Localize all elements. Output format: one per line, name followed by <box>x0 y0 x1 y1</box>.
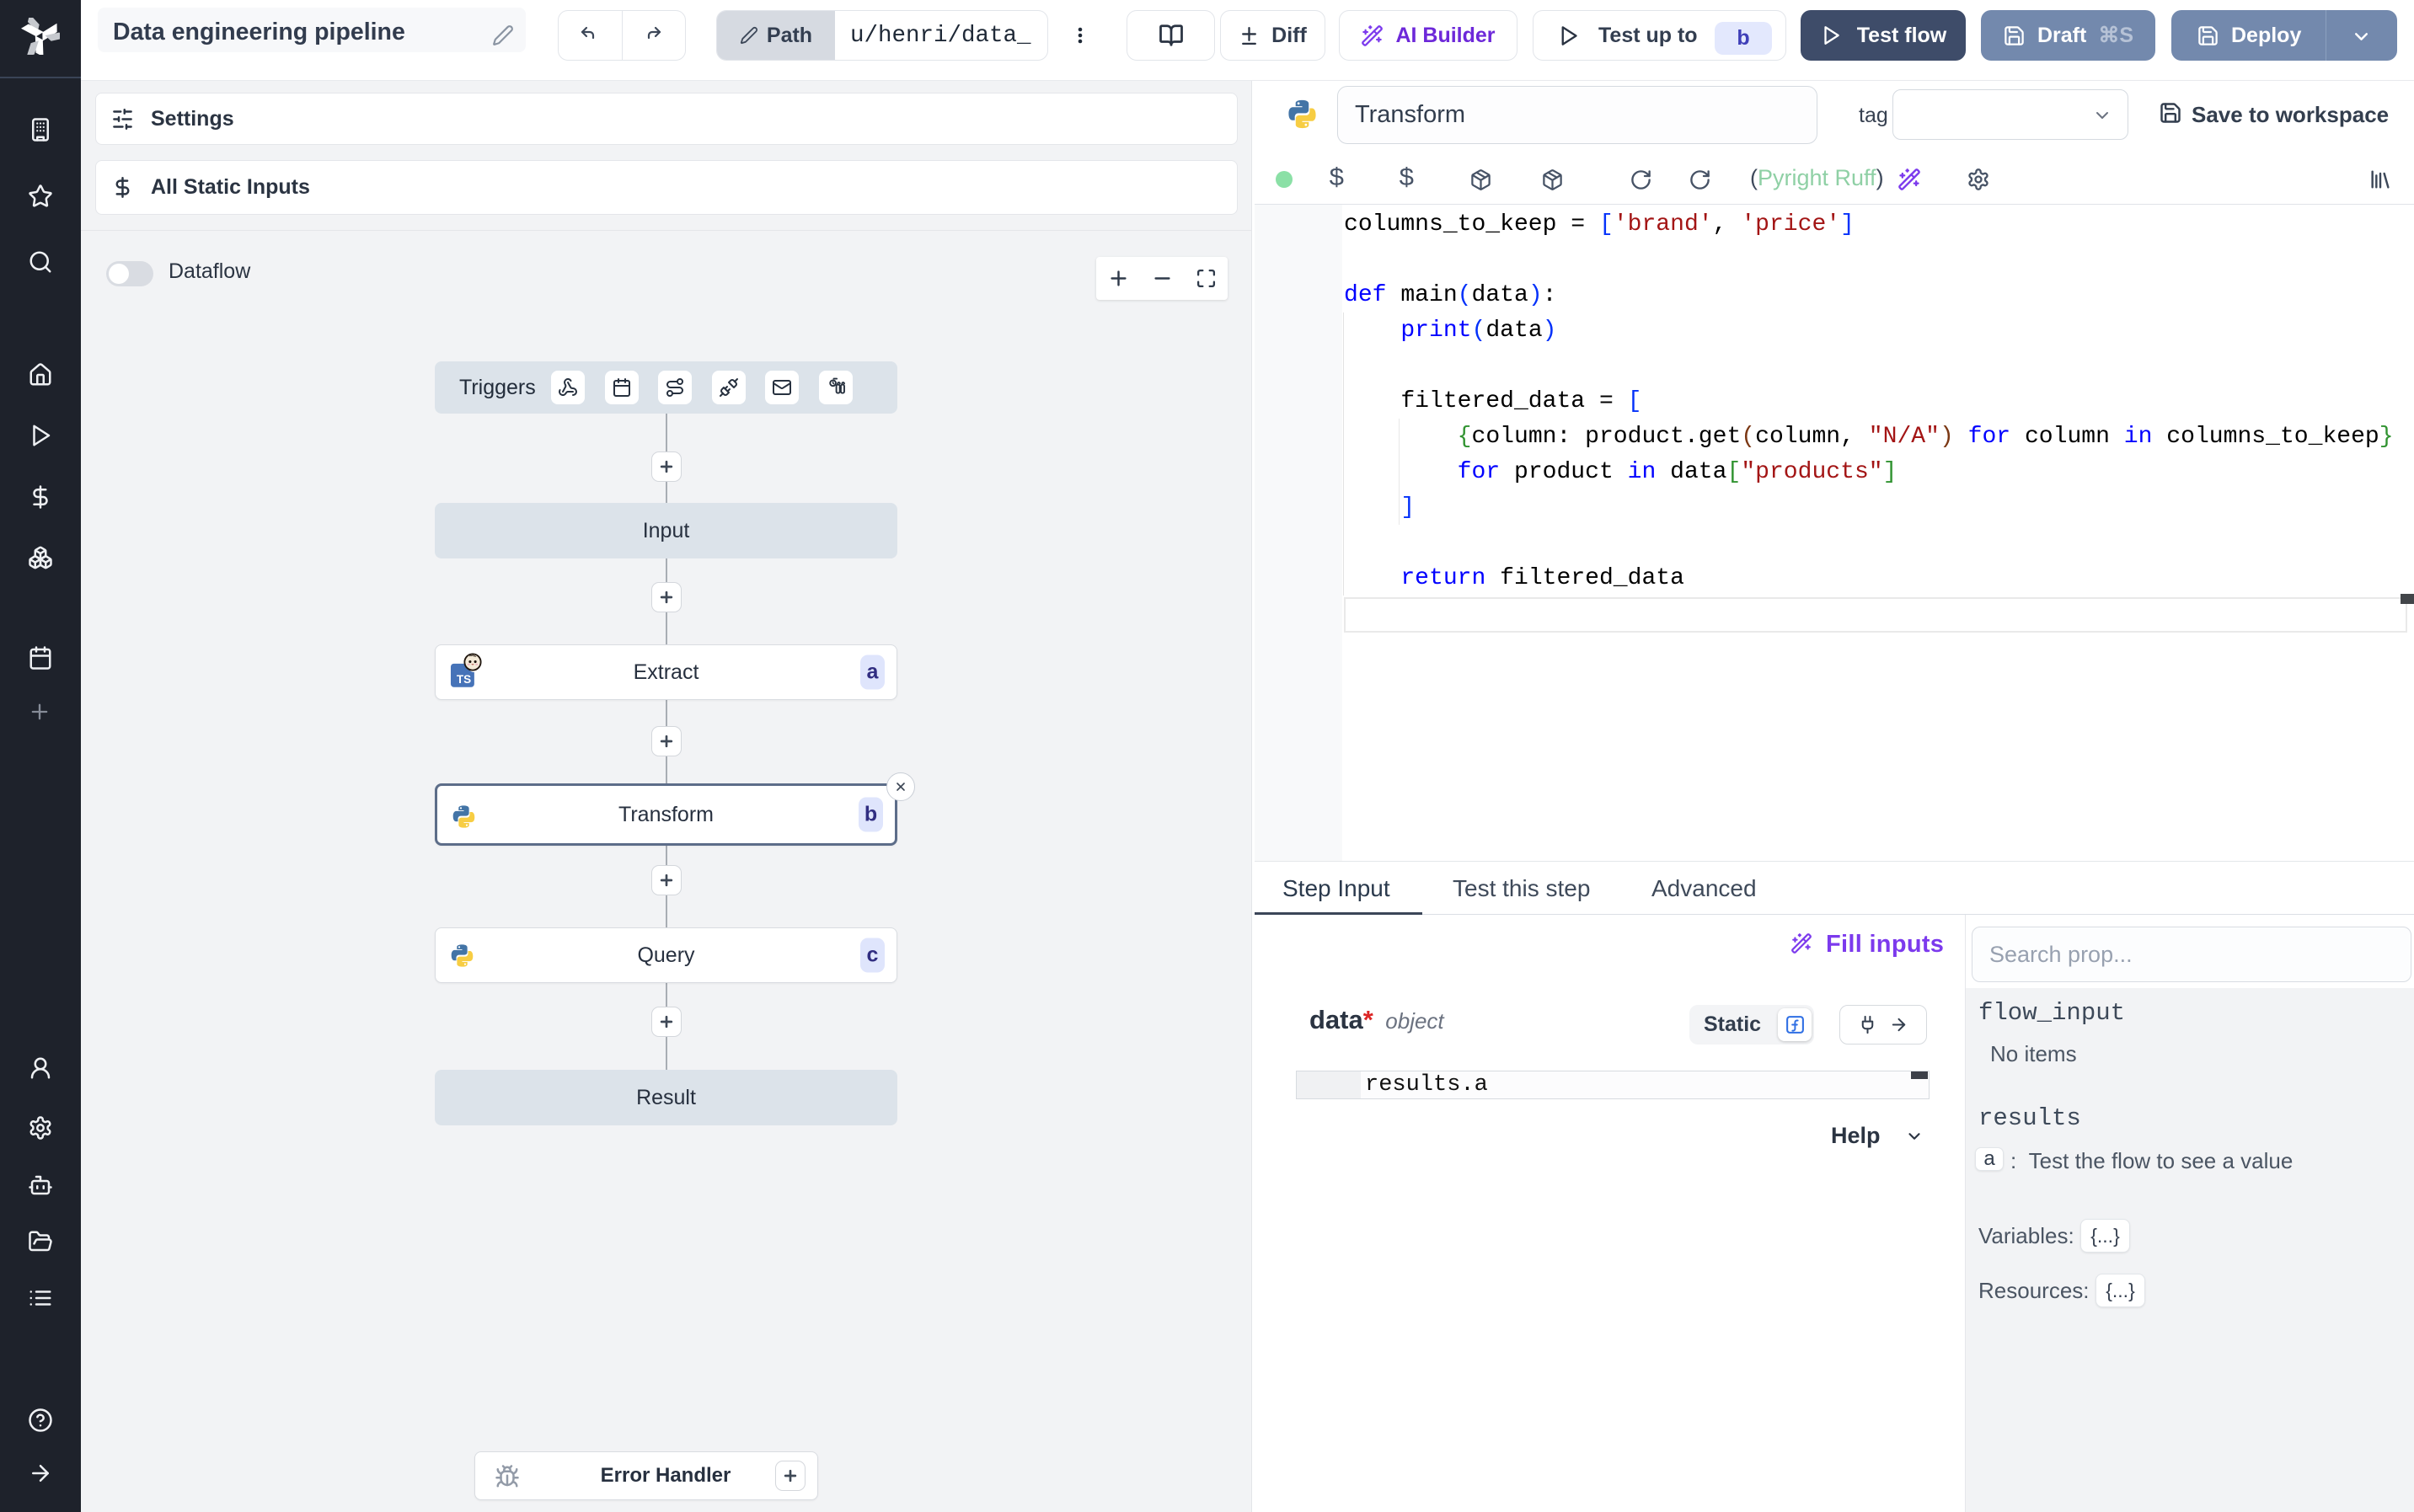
svg-text:TS: TS <box>457 673 471 686</box>
